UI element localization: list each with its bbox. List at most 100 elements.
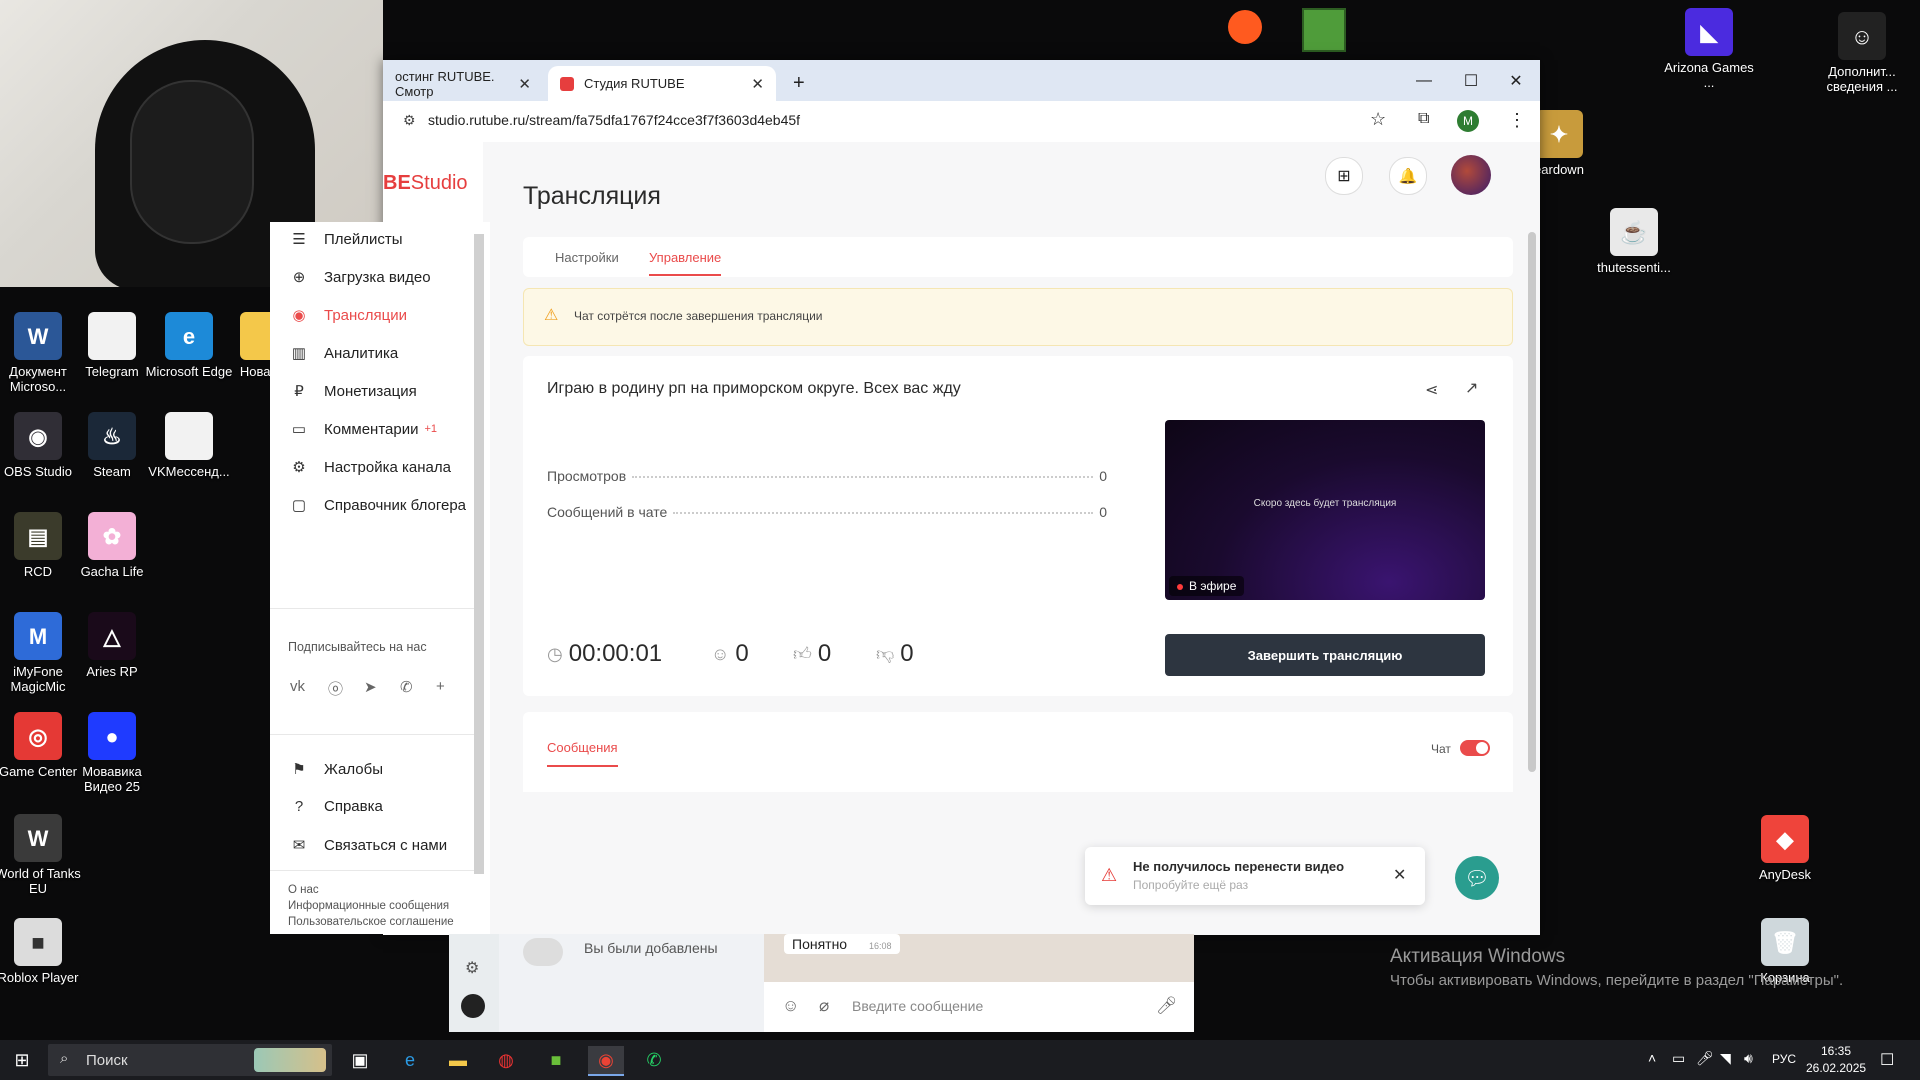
edge-icon[interactable]: e [392, 1046, 428, 1074]
task-view-icon[interactable]: ▣ [342, 1046, 378, 1074]
sidebar-icon: ✉ [292, 837, 306, 854]
desktop-icon[interactable]: VKМессенд... [143, 412, 235, 479]
whatsapp-chat: ⚙ Вы были добавлены Понятно 16:08 ☺ ⌀ Вв… [449, 934, 1194, 1032]
upload-icon: ⊕ [292, 269, 306, 286]
minecraft-icon[interactable] [1302, 8, 1346, 52]
file-explorer-icon[interactable]: ▬ [440, 1046, 476, 1074]
close-icon[interactable]: ✕ [1393, 865, 1406, 885]
follow-label: Подписывайтесь на нас [288, 640, 427, 654]
desktop-icon[interactable]: △ Aries RP [66, 612, 158, 679]
desktop-icon[interactable]: ● Мовавика Видео 25 [66, 712, 158, 794]
sidebar-scrollbar[interactable] [474, 234, 484, 874]
taskbar-search[interactable]: ⌕ Поиск [48, 1044, 332, 1076]
microphone-icon[interactable]: 🎤︎ [1156, 996, 1178, 1016]
sidebar-item[interactable]: ☰ Плейлисты [290, 230, 402, 249]
footer-link[interactable]: О нас [288, 884, 319, 896]
desktop-icon[interactable]: ☕ thutessenti... [1588, 208, 1680, 275]
app-icon [88, 312, 136, 360]
message-input[interactable]: Введите сообщение [852, 998, 983, 1014]
sidebar-item[interactable]: ⊕ Загрузка видео [290, 268, 431, 287]
app-icon: ■ [14, 918, 62, 966]
browser-menu-icon[interactable]: ⋮ [1508, 110, 1526, 131]
notification-center-icon[interactable]: ☐ [1880, 1050, 1894, 1070]
desktop-icon[interactable]: ◆ AnyDesk [1739, 815, 1831, 882]
telegram-icon[interactable]: ➤ [364, 678, 377, 696]
tab-settings[interactable]: Настройки [555, 250, 619, 265]
site-settings-icon[interactable]: ⚙ [403, 112, 416, 129]
attach-icon[interactable]: ⌀ [819, 996, 829, 1016]
vk-icon[interactable]: vk [290, 678, 305, 695]
tab-management[interactable]: Управление [649, 250, 722, 276]
sidebar-item[interactable]: ⚙ Настройка канала [290, 458, 451, 477]
studio-logo[interactable]: BEStudio [383, 172, 468, 195]
desktop-icon[interactable]: W World of Tanks EU [0, 814, 84, 896]
chrome-icon[interactable]: ◉ [588, 1046, 624, 1076]
tray-microphone-icon[interactable]: 🎤︎ [1696, 1050, 1714, 1067]
rutube-app-icon[interactable]: ◍ [488, 1046, 524, 1074]
app-icon-orange[interactable] [1228, 10, 1262, 44]
desktop-icon[interactable]: ■ Roblox Player [0, 918, 84, 985]
browser-tab-rutube[interactable]: остинг RUTUBE. Смотр ✕ [383, 66, 543, 101]
desktop-icon[interactable]: ☺ Дополнит... сведения ... [1816, 12, 1908, 94]
page-scrollbar[interactable] [1528, 232, 1536, 772]
footer-link[interactable]: Пользовательское соглашение [288, 916, 454, 928]
sidebar-item[interactable]: ▢ Справочник блогера [290, 496, 466, 515]
open-external-icon[interactable]: ↗ [1465, 378, 1478, 398]
tray-network-icon[interactable]: ◥ [1720, 1050, 1731, 1067]
url-field[interactable]: studio.rutube.ru/stream/fa75dfa1767f24cc… [428, 112, 800, 128]
tray-clock[interactable]: 16:35 26.02.2025 [1806, 1044, 1866, 1075]
minecraft-taskbar-icon[interactable]: ■ [538, 1046, 574, 1074]
new-tab-button[interactable]: + [781, 66, 821, 101]
chat-fab-button[interactable]: 💬︎ [1455, 856, 1499, 900]
close-icon[interactable]: ✕ [751, 75, 764, 93]
tray-volume-icon[interactable]: 🔊︎ [1744, 1050, 1753, 1067]
tray-language[interactable]: РУС [1772, 1052, 1796, 1066]
ok-icon[interactable]: ⓞ [328, 678, 343, 699]
sidebar-item[interactable]: ▥ Аналитика [290, 344, 398, 363]
bookmark-star-icon[interactable]: ☆ [1370, 109, 1386, 130]
sidebar-item-label: Справка [324, 798, 383, 815]
more-icon[interactable]: + [436, 678, 445, 695]
viber-icon[interactable]: ✆ [400, 678, 413, 696]
app-icon: W [14, 814, 62, 862]
maximize-button[interactable]: ☐ [1456, 66, 1486, 96]
app-icon: ◉ [14, 412, 62, 460]
chat-toggle-label: Чат [1431, 742, 1451, 756]
tray-chevron-up-icon[interactable]: ˄ [1648, 1050, 1656, 1066]
sidebar-item[interactable]: ▭ Комментарии +1 [290, 420, 437, 439]
windows-start-icon[interactable]: ⊞ [4, 1046, 40, 1074]
desktop-icon[interactable]: ◣ Arizona Games ... [1663, 8, 1755, 90]
chat-toggle[interactable] [1460, 740, 1490, 756]
tray-camera-icon[interactable]: ▭ [1672, 1050, 1685, 1067]
timer: ◷ 00:00:01 [547, 640, 663, 667]
sidebar-bottom-item[interactable]: ? Справка [290, 798, 383, 815]
warning-icon: ⚠ [544, 307, 559, 324]
sidebar-bottom-item[interactable]: ✉ Связаться с нами [290, 836, 448, 855]
sidebar-item[interactable]: ◉ Трансляции [290, 306, 407, 325]
close-window-button[interactable]: ✕ [1501, 66, 1531, 96]
avatar[interactable] [461, 994, 485, 1018]
browser-tab-studio[interactable]: Студия RUTUBE ✕ [548, 66, 776, 101]
desktop-icon[interactable]: ✿ Gacha Life [66, 512, 158, 579]
extensions-icon[interactable]: ⧉ [1418, 110, 1429, 128]
whatsapp-icon[interactable]: ✆ [636, 1046, 672, 1074]
sidebar-bottom-item[interactable]: ⚑ Жалобы [290, 760, 383, 779]
thumbs-down-icon: 👎︎ [876, 644, 895, 664]
desktop-icon-label: AnyDesk [1758, 867, 1812, 882]
sidebar-item-label: Связаться с нами [324, 836, 448, 854]
live-badge: В эфире [1169, 576, 1245, 596]
footer-link[interactable]: Информационные сообщения [288, 900, 449, 912]
close-icon[interactable]: ✕ [518, 75, 531, 93]
sidebar-item[interactable]: ₽ Монетизация [290, 382, 416, 401]
gear-icon[interactable]: ⚙ [465, 958, 479, 978]
share-icon[interactable]: ⋖ [1425, 380, 1438, 400]
comment-icon: ▭ [291, 421, 307, 438]
end-stream-button[interactable]: Завершить трансляцию [1165, 634, 1485, 676]
emoji-icon[interactable]: ☺ [782, 996, 799, 1016]
stream-preview[interactable]: Скоро здесь будет трансляция В эфире [1165, 420, 1485, 600]
viewer-icon: ☺ [711, 643, 730, 664]
tab-messages[interactable]: Сообщения [547, 740, 618, 767]
whatsapp-left-rail: ⚙ [449, 934, 499, 1032]
profile-avatar[interactable]: M [1457, 110, 1479, 132]
minimize-button[interactable]: — [1409, 66, 1439, 96]
